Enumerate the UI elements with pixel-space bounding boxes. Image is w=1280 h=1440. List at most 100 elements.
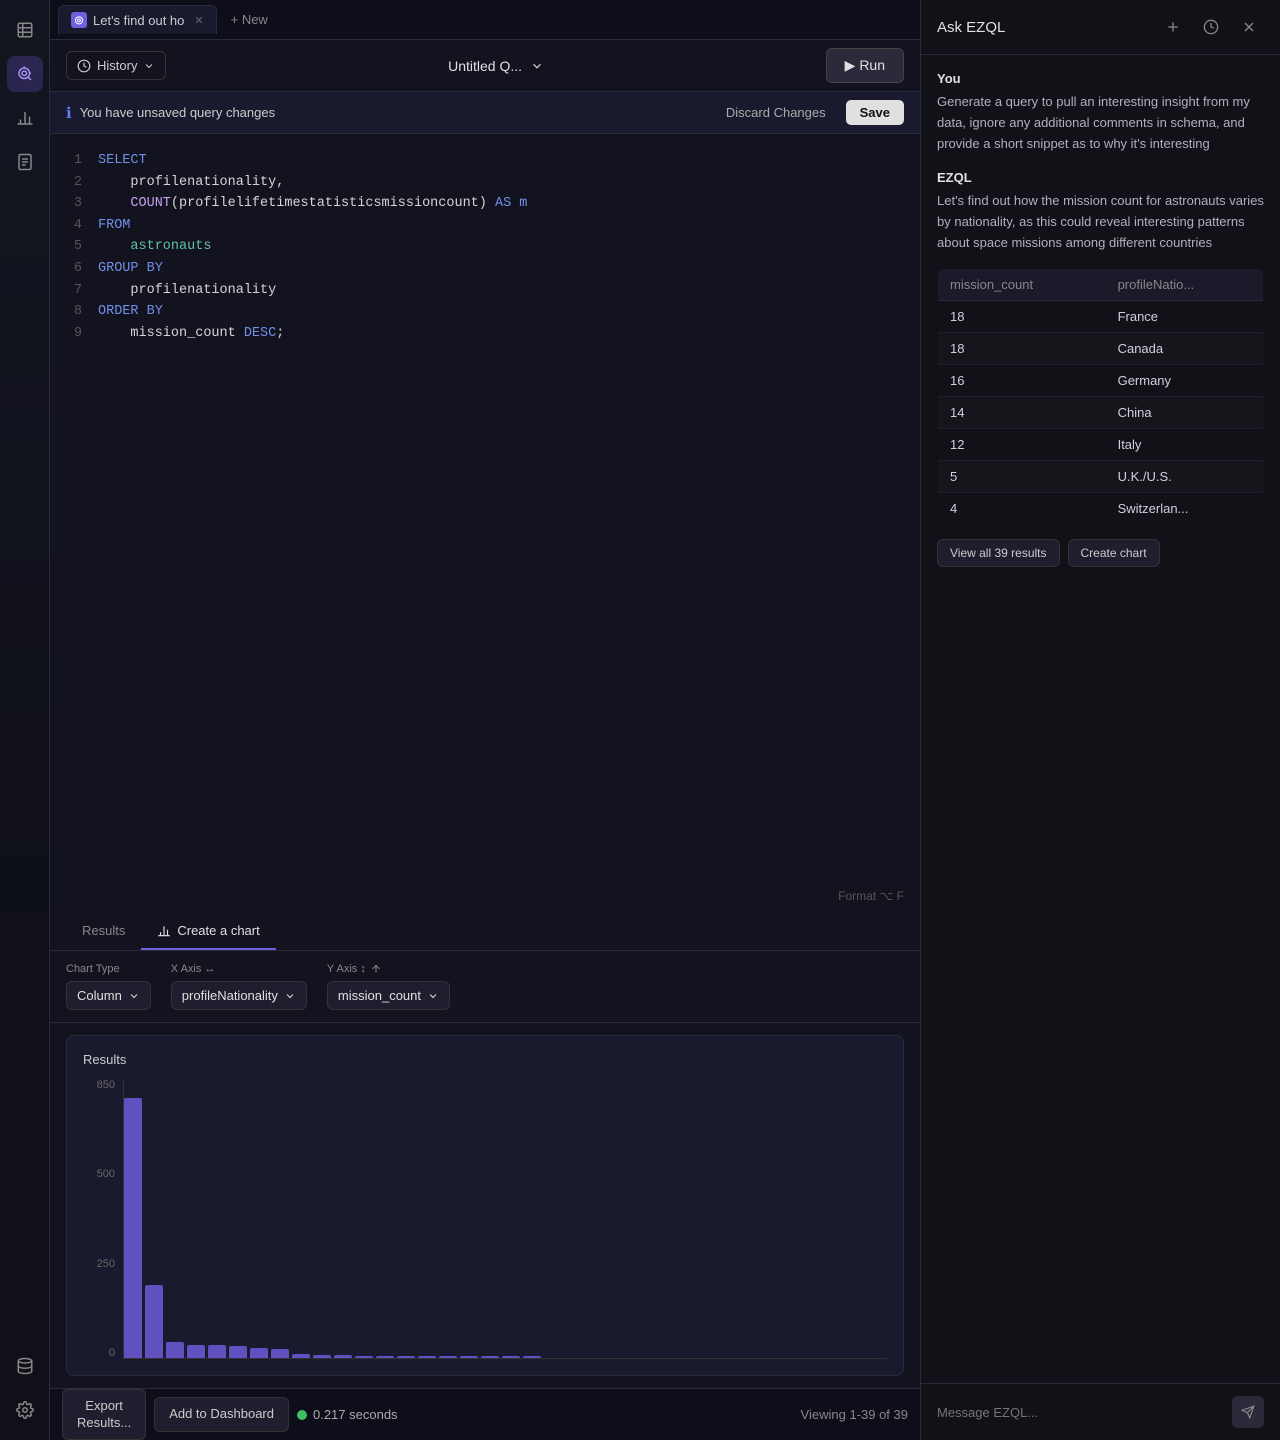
- export-results-button[interactable]: ExportResults...: [62, 1389, 146, 1440]
- result-tabs: Results Create a chart: [50, 913, 920, 951]
- code-text: astronauts: [98, 236, 211, 258]
- col-profile-nationality: profileNatio...: [1106, 268, 1264, 300]
- chart-bar: [292, 1354, 310, 1358]
- chart-tab-icon: [157, 924, 171, 938]
- chart-type-select[interactable]: Column: [66, 981, 151, 1010]
- add-to-dashboard-button[interactable]: Add to Dashboard: [154, 1397, 289, 1432]
- chart-bar: [502, 1356, 520, 1358]
- query-title-text: Untitled Q...: [448, 58, 522, 74]
- line-number: 8: [66, 301, 82, 323]
- chart-bar: [313, 1355, 331, 1358]
- sidebar: [0, 0, 50, 1440]
- table-row: 4Switzerlan...: [938, 492, 1264, 524]
- history-button[interactable]: History: [66, 51, 166, 80]
- chart-results-title: Results: [83, 1052, 887, 1067]
- code-editor[interactable]: 1 SELECT 2 profilenationality, 3 COUNT(p…: [50, 134, 920, 913]
- code-text: mission_count DESC;: [98, 323, 284, 345]
- sidebar-icon-db[interactable]: [7, 1348, 43, 1384]
- query-title-chevron-icon: [530, 59, 544, 73]
- sidebar-icon-doc[interactable]: [7, 144, 43, 180]
- code-text: COUNT(profilelifetimestatisticsmissionco…: [98, 193, 527, 215]
- format-hint: Format ⌥ F: [838, 889, 904, 903]
- code-line-6: 6 GROUP BY: [66, 258, 904, 280]
- table-cell: 5: [938, 460, 1106, 492]
- tab-close-button[interactable]: ✕: [194, 14, 203, 27]
- chart-bar: [397, 1356, 415, 1358]
- chart-bar: [460, 1356, 478, 1358]
- new-tab-button[interactable]: + New: [221, 8, 278, 31]
- code-line-1: 1 SELECT: [66, 150, 904, 172]
- message-sender-ezql: EZQL: [937, 170, 1264, 185]
- add-conversation-button[interactable]: [1158, 12, 1188, 42]
- run-button[interactable]: ▶ Run: [826, 48, 904, 83]
- message-sender-you: You: [937, 71, 1264, 86]
- table-row: 14China: [938, 396, 1264, 428]
- x-axis-select[interactable]: profileNationality: [171, 981, 307, 1010]
- tab-create-chart[interactable]: Create a chart: [141, 913, 275, 950]
- line-number: 9: [66, 323, 82, 345]
- history-conversations-button[interactable]: [1196, 12, 1226, 42]
- chart-bar: [481, 1356, 499, 1358]
- create-chart-button[interactable]: Create chart: [1068, 539, 1160, 567]
- code-line-7: 7 profilenationality: [66, 280, 904, 302]
- chart-type-group: Chart Type Column: [66, 963, 151, 1010]
- chevron-down-icon: [143, 60, 155, 72]
- sidebar-icon-table[interactable]: [7, 12, 43, 48]
- view-info: Viewing 1-39 of 39: [801, 1407, 908, 1422]
- timing-indicator: [297, 1410, 307, 1420]
- code-line-9: 9 mission_count DESC;: [66, 323, 904, 345]
- user-message: You Generate a query to pull an interest…: [937, 71, 1264, 154]
- sort-icon: [370, 963, 382, 975]
- sidebar-icon-chart[interactable]: [7, 100, 43, 136]
- discard-changes-button[interactable]: Discard Changes: [714, 101, 838, 124]
- message-input-area: [921, 1383, 1280, 1440]
- y-axis-label: Y Axis ↕: [327, 963, 450, 975]
- chart-bar: [334, 1355, 352, 1358]
- tab-results[interactable]: Results: [66, 913, 141, 950]
- chevron-down-icon: [427, 990, 439, 1002]
- table-row: 12Italy: [938, 428, 1264, 460]
- chart-bar: [271, 1349, 289, 1358]
- y-axis-select[interactable]: mission_count: [327, 981, 450, 1010]
- plus-icon: [1165, 19, 1181, 35]
- table-cell: 18: [938, 332, 1106, 364]
- chat-actions: View all 39 results Create chart: [937, 539, 1264, 567]
- line-number: 7: [66, 280, 82, 302]
- sidebar-icon-settings[interactable]: [7, 1392, 43, 1428]
- chart-bar: [439, 1356, 457, 1358]
- table-cell: China: [1106, 396, 1264, 428]
- tab-bar: ◎ Let's find out ho ✕ + New: [50, 0, 920, 40]
- chevron-down-icon: [128, 990, 140, 1002]
- y-axis-label: 500: [83, 1168, 115, 1180]
- chart-bar: [376, 1356, 394, 1358]
- table-cell: 18: [938, 300, 1106, 332]
- table-cell: 12: [938, 428, 1106, 460]
- toolbar: History Untitled Q... ▶ Run: [50, 40, 920, 92]
- y-axis-group: Y Axis ↕ mission_count: [327, 963, 450, 1010]
- query-title[interactable]: Untitled Q...: [178, 58, 813, 74]
- view-all-results-button[interactable]: View all 39 results: [937, 539, 1060, 567]
- unsaved-changes-bar: ℹ You have unsaved query changes Discard…: [50, 92, 920, 134]
- chart-bar: [166, 1342, 184, 1358]
- table-cell: 14: [938, 396, 1106, 428]
- y-axis-label: 850: [83, 1079, 115, 1091]
- send-message-button[interactable]: [1232, 1396, 1264, 1428]
- sidebar-icon-analytics[interactable]: [7, 56, 43, 92]
- code-line-8: 8 ORDER BY: [66, 301, 904, 323]
- chart-config: Chart Type Column X Axis ↔ profileNation…: [50, 951, 920, 1023]
- close-panel-button[interactable]: [1234, 12, 1264, 42]
- table-cell: U.K./U.S.: [1106, 460, 1264, 492]
- line-number: 3: [66, 193, 82, 215]
- ezql-message-text: Let's find out how the mission count for…: [937, 191, 1264, 253]
- save-button[interactable]: Save: [846, 100, 904, 125]
- chart-bar: [124, 1098, 142, 1358]
- chart-bar: [355, 1356, 373, 1358]
- ezql-message: EZQL Let's find out how the mission coun…: [937, 170, 1264, 566]
- message-input[interactable]: [937, 1405, 1224, 1420]
- line-number: 2: [66, 172, 82, 194]
- status-bar: ExportResults... Add to Dashboard 0.217 …: [50, 1388, 920, 1440]
- chat-messages: You Generate a query to pull an interest…: [921, 55, 1280, 1383]
- tab-logo: ◎: [71, 12, 87, 28]
- chart-bar: [208, 1345, 226, 1358]
- query-tab[interactable]: ◎ Let's find out ho ✕: [58, 5, 217, 34]
